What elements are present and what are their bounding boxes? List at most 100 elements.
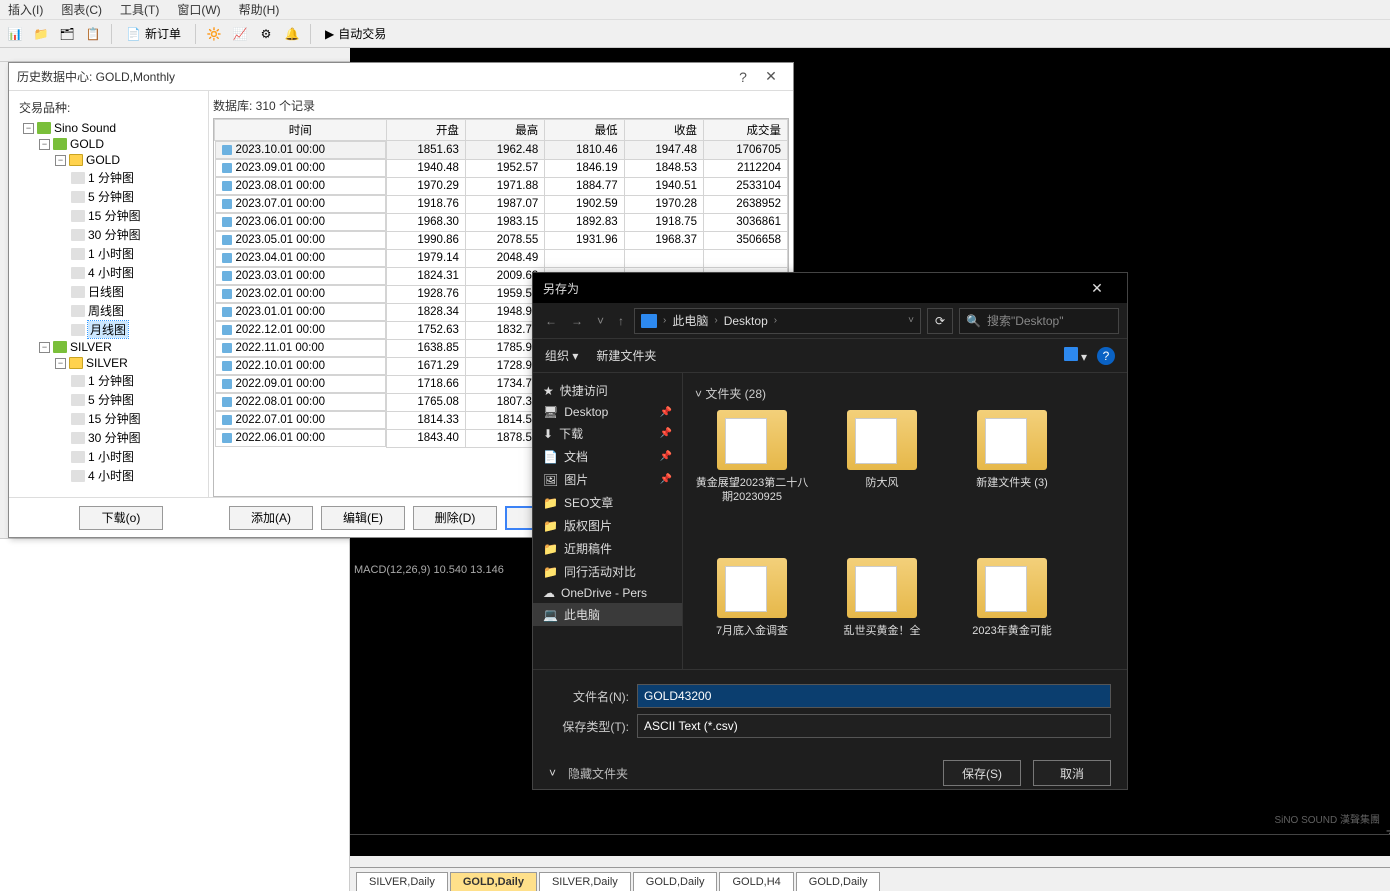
- tree-timeframe[interactable]: 周线图: [9, 301, 208, 320]
- tree-timeframe[interactable]: 1 分钟图: [9, 168, 208, 187]
- menu-chart[interactable]: 图表(C): [61, 1, 102, 18]
- chart-tab[interactable]: GOLD,Daily: [633, 872, 718, 891]
- table-row[interactable]: 2023.10.01 00:00 1851.631962.481810.4619…: [215, 141, 788, 160]
- toolbar-icon[interactable]: 🔆: [203, 23, 225, 45]
- saveas-sidebar[interactable]: ★ 快捷访问 🖥 Desktop📌 ⬇ 下载📌 📄 文档📌 🖼 图片📌 📁 SE…: [533, 373, 683, 669]
- chevron-down-icon[interactable]: ˅: [549, 766, 556, 780]
- chevron-down-icon[interactable]: ˅: [593, 314, 608, 328]
- tree-root[interactable]: −Sino Sound: [9, 120, 208, 136]
- toolbar-icon[interactable]: 📋: [82, 23, 104, 45]
- path-segment[interactable]: Desktop: [724, 314, 768, 328]
- cancel-button[interactable]: 取消: [1033, 760, 1111, 786]
- sidebar-item[interactable]: 📁 SEO文章: [533, 491, 682, 514]
- main-menu[interactable]: 插入(I) 图表(C) 工具(T) 窗口(W) 帮助(H): [0, 0, 1390, 20]
- help-icon[interactable]: ?: [1097, 347, 1115, 365]
- chart-tab[interactable]: GOLD,H4: [719, 872, 793, 891]
- tree-timeframe[interactable]: 30 分钟图: [9, 225, 208, 244]
- sidebar-item[interactable]: 📁 同行活动对比: [533, 560, 682, 583]
- tree-group-gold[interactable]: −GOLD: [9, 136, 208, 152]
- tree-timeframe[interactable]: 4 小时图: [9, 263, 208, 282]
- tree-group-silver[interactable]: −SILVER: [9, 339, 208, 355]
- column-header[interactable]: 成交量: [703, 120, 787, 141]
- sidebar-item[interactable]: 📁 近期稿件: [533, 537, 682, 560]
- new-order-button[interactable]: 📄 新订单: [119, 23, 188, 45]
- table-row[interactable]: 2023.07.01 00:00 1918.761987.071902.5919…: [215, 195, 788, 213]
- folder-item[interactable]: 新建文件夹 (3): [947, 406, 1077, 554]
- table-row[interactable]: 2023.08.01 00:00 1970.291971.881884.7719…: [215, 177, 788, 195]
- sidebar-item[interactable]: ☁ OneDrive - Pers: [533, 583, 682, 603]
- column-header[interactable]: 时间: [215, 120, 387, 141]
- delete-button[interactable]: 删除(D): [413, 506, 497, 530]
- chart-tab[interactable]: SILVER,Daily: [539, 872, 631, 891]
- column-header[interactable]: 最高: [465, 120, 544, 141]
- column-header[interactable]: 收盘: [624, 120, 703, 141]
- toolbar-icon[interactable]: 🔔: [281, 23, 303, 45]
- column-header[interactable]: 开盘: [386, 120, 465, 141]
- tree-symbol-gold[interactable]: −GOLD: [9, 152, 208, 168]
- sidebar-item[interactable]: 💻 此电脑: [533, 603, 682, 626]
- folder-item[interactable]: 防大风: [817, 406, 947, 554]
- menu-help[interactable]: 帮助(H): [239, 1, 280, 18]
- tree-symbol-silver[interactable]: −SILVER: [9, 355, 208, 371]
- chevron-down-icon[interactable]: ˅: [908, 315, 914, 326]
- saveas-titlebar[interactable]: 另存为 ✕: [533, 273, 1127, 303]
- sidebar-item[interactable]: 🖼 图片📌: [533, 468, 682, 491]
- save-button[interactable]: 保存(S): [943, 760, 1021, 786]
- folder-item[interactable]: 2023年黄金可能: [947, 554, 1077, 669]
- chart-tab[interactable]: SILVER,Daily: [356, 872, 448, 891]
- sidebar-item[interactable]: ★ 快捷访问: [533, 379, 682, 402]
- toolbar-icon[interactable]: 🗂: [56, 23, 78, 45]
- sidebar-item[interactable]: ⬇ 下载📌: [533, 422, 682, 445]
- close-icon[interactable]: ✕: [757, 68, 785, 85]
- refresh-icon[interactable]: ⟳: [927, 308, 953, 334]
- tree-timeframe[interactable]: 1 分钟图: [9, 371, 208, 390]
- hide-folders-toggle[interactable]: 隐藏文件夹: [568, 765, 628, 782]
- sidebar-item[interactable]: 📁 版权图片: [533, 514, 682, 537]
- symbol-tree[interactable]: 交易品种: −Sino Sound −GOLD −GOLD 1 分钟图5 分钟图…: [9, 91, 209, 497]
- chart-tab[interactable]: GOLD,Daily: [796, 872, 881, 891]
- table-row[interactable]: 2023.04.01 00:00 1979.142048.49: [215, 249, 788, 267]
- edit-button[interactable]: 编辑(E): [321, 506, 405, 530]
- table-row[interactable]: 2023.09.01 00:00 1940.481952.571846.1918…: [215, 159, 788, 177]
- tree-timeframe[interactable]: 月线图: [9, 320, 208, 339]
- chart-tabs[interactable]: SILVER,DailyGOLD,DailySILVER,DailyGOLD,D…: [350, 867, 1390, 891]
- menu-window[interactable]: 窗口(W): [177, 1, 220, 18]
- tree-timeframe[interactable]: 1 小时图: [9, 244, 208, 263]
- menu-insert[interactable]: 插入(I): [8, 1, 43, 18]
- help-icon[interactable]: ?: [729, 69, 757, 85]
- folder-item[interactable]: 乱世买黄金！全: [817, 554, 947, 669]
- tree-timeframe[interactable]: 15 分钟图: [9, 409, 208, 428]
- chart-tab[interactable]: GOLD,Daily: [450, 872, 537, 891]
- folder-view[interactable]: ˅ 文件夹 (28) 黄金展望2023第二十八期20230925 防大风 新建文…: [683, 373, 1127, 669]
- search-input[interactable]: 🔍 搜索"Desktop": [959, 308, 1119, 334]
- toolbar-icon[interactable]: 📈: [229, 23, 251, 45]
- sidebar-item[interactable]: 🖥 Desktop📌: [533, 402, 682, 422]
- dialog-titlebar[interactable]: 历史数据中心: GOLD,Monthly ? ✕: [9, 63, 793, 91]
- tree-timeframe[interactable]: 5 分钟图: [9, 187, 208, 206]
- toolbar-icon[interactable]: ⚙: [255, 23, 277, 45]
- folder-item[interactable]: 黄金展望2023第二十八期20230925: [687, 406, 817, 554]
- sidebar-item[interactable]: 📄 文档📌: [533, 445, 682, 468]
- close-icon[interactable]: ✕: [1077, 280, 1117, 297]
- table-row[interactable]: 2023.06.01 00:00 1968.301983.151892.8319…: [215, 213, 788, 231]
- tree-timeframe[interactable]: 1 小时图: [9, 447, 208, 466]
- view-mode-icon[interactable]: ▾: [1064, 347, 1087, 364]
- column-header[interactable]: 最低: [545, 120, 624, 141]
- tree-timeframe[interactable]: 15 分钟图: [9, 206, 208, 225]
- nav-up-icon[interactable]: ↑: [614, 314, 628, 328]
- address-bar[interactable]: › 此电脑 › Desktop › ˅: [634, 308, 921, 334]
- auto-trade-button[interactable]: ▶ 自动交易: [318, 23, 393, 45]
- menu-tools[interactable]: 工具(T): [120, 1, 159, 18]
- nav-forward-icon[interactable]: →: [567, 314, 587, 328]
- tree-timeframe[interactable]: 4 小时图: [9, 466, 208, 485]
- toolbar-icon[interactable]: 📊: [4, 23, 26, 45]
- nav-back-icon[interactable]: ←: [541, 314, 561, 328]
- tree-timeframe[interactable]: 日线图: [9, 282, 208, 301]
- table-row[interactable]: 2023.05.01 00:00 1990.862078.551931.9619…: [215, 231, 788, 249]
- folder-item[interactable]: 7月底入金调查: [687, 554, 817, 669]
- organize-menu[interactable]: 组织 ▾: [545, 347, 578, 364]
- download-button[interactable]: 下载(o): [79, 506, 163, 530]
- new-folder-button[interactable]: 新建文件夹: [596, 347, 656, 364]
- filename-input[interactable]: GOLD43200: [637, 684, 1111, 708]
- filetype-select[interactable]: ASCII Text (*.csv): [637, 714, 1111, 738]
